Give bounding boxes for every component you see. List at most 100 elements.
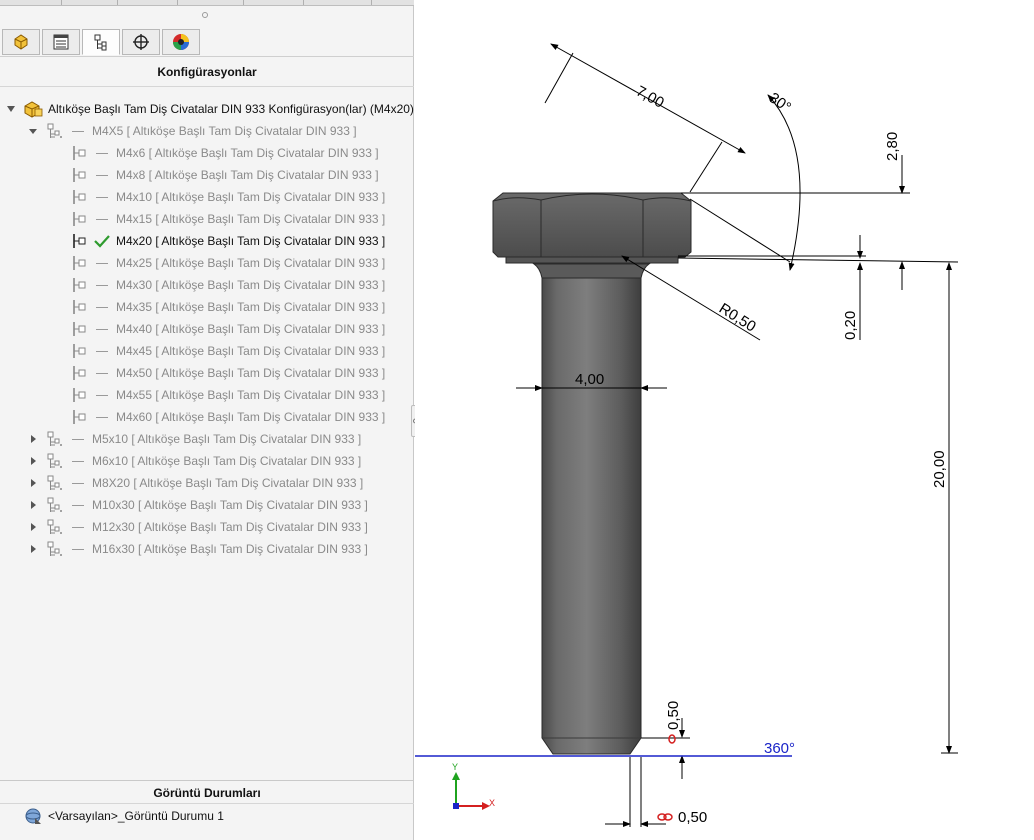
coordinate-triad: Y X [452,762,495,810]
tree-item-sibling[interactable]: M10x30 [ Altıköşe Başlı Tam Diş Civatala… [26,494,368,516]
tree-item-sibling[interactable]: M5x10 [ Altıköşe Başlı Tam Diş Civatalar… [26,428,361,450]
tree-item-child[interactable]: M4x60 [ Altıköşe Başlı Tam Diş Civatalar… [70,406,385,428]
document-tab[interactable] [118,0,178,5]
triad-x-label: X [489,798,495,808]
configuration-icon [47,497,62,512]
document-tab-strip [0,0,414,6]
tree-item-child[interactable]: M4x15 [ Altıköşe Başlı Tam Diş Civatalar… [70,208,385,230]
tree-item-label: M4x15 [ Altıköşe Başlı Tam Diş Civatalar… [116,212,386,226]
document-tab[interactable] [62,0,118,5]
tree-item-child[interactable]: M4x30 [ Altıköşe Başlı Tam Diş Civatalar… [70,274,385,296]
dash-icon [96,262,108,264]
dim-chamfer-angle[interactable]: 30° [766,89,794,116]
tree-item-child[interactable]: M4x40 [ Altıköşe Başlı Tam Diş Civatalar… [70,318,385,340]
dim-tip-angle[interactable]: 360° [764,740,795,757]
display-state-icon [25,808,41,824]
dim-tip-chamfer-length[interactable]: 0,50 [665,701,682,730]
expand-triangle-icon[interactable] [26,498,40,512]
configuration-leaf-icon [73,300,86,314]
divider [0,86,414,87]
tree-root[interactable]: Altıköşe Başlı Tam Diş Civatalar DIN 933… [4,98,414,120]
expand-triangle-icon[interactable] [26,454,40,468]
configuration-leaf-icon [73,168,86,182]
document-tab[interactable] [244,0,304,5]
dimxpert-manager-tab[interactable] [122,29,160,55]
bolt-shank[interactable] [541,267,642,755]
tree-item-child[interactable]: M4x6 [ Altıköşe Başlı Tam Diş Civatalar … [70,142,379,164]
dim-shank-diameter[interactable]: 4,00 [575,371,604,388]
dim-tip-chamfer-width[interactable]: 0,50 [678,809,707,826]
tree-item-label: M4x50 [ Altıköşe Başlı Tam Diş Civatalar… [116,366,386,380]
dash-icon [96,350,108,352]
collapse-triangle-icon[interactable] [4,102,18,116]
tree-item-child[interactable]: M4x55 [ Altıköşe Başlı Tam Diş Civatalar… [70,384,385,406]
color-wheel-icon [173,34,189,50]
bolt-head[interactable] [492,192,692,258]
display-state-label: <Varsayılan>_Görüntü Durumu 1 [48,809,224,823]
dash-icon [96,218,108,220]
tree-item-sibling[interactable]: M12x30 [ Altıköşe Başlı Tam Diş Civatala… [26,516,368,538]
display-manager-tab[interactable] [162,29,200,55]
tree-item-child[interactable]: M4x50 [ Altıköşe Başlı Tam Diş Civatalar… [70,362,385,384]
feature-manager-tab[interactable] [2,29,40,55]
dim-head-width[interactable]: 7,00 [633,83,667,112]
tree-item-label: M4x35 [ Altıköşe Başlı Tam Diş Civatalar… [116,300,386,314]
property-list-icon [53,34,69,50]
panel-grip-handle[interactable] [202,12,208,18]
document-tab[interactable] [304,0,372,5]
tree-item-label: M10x30 [ Altıköşe Başlı Tam Diş Civatala… [92,498,368,512]
dash-icon [72,504,84,506]
expand-triangle-icon[interactable] [26,542,40,556]
tree-item-label: M4x45 [ Altıköşe Başlı Tam Diş Civatalar… [116,344,386,358]
document-tab[interactable] [0,0,62,5]
display-state-item[interactable]: <Varsayılan>_Görüntü Durumu 1 [24,806,224,826]
bolt-neck-fillet [532,263,651,279]
dash-icon [72,526,84,528]
tree-item-label: M5x10 [ Altıköşe Başlı Tam Diş Civatalar… [92,432,362,446]
document-tab[interactable] [178,0,244,5]
configuration-icon [47,519,62,534]
divider [0,803,414,804]
expand-triangle-icon[interactable] [26,476,40,490]
tree-item-label: M4x8 [ Altıköşe Başlı Tam Diş Civatalar … [116,168,379,182]
part-icon [14,34,28,50]
manager-tabs [0,27,414,57]
configuration-icon [47,123,62,138]
expand-triangle-icon[interactable] [26,432,40,446]
tree-item-child[interactable]: M4x25 [ Altıköşe Başlı Tam Diş Civatalar… [70,252,385,274]
tree-item-sibling[interactable]: M6x10 [ Altıköşe Başlı Tam Diş Civatalar… [26,450,361,472]
dash-icon [96,306,108,308]
dash-icon [96,284,108,286]
dim-washer-face[interactable]: 0,20 [842,311,859,340]
dash-icon [72,460,84,462]
tree-item-label: M4x60 [ Altıköşe Başlı Tam Diş Civatalar… [116,410,386,424]
configuration-manager-panel: Konfigürasyonlar Altıköşe Başlı Tam Diş … [0,0,414,840]
graphics-viewport[interactable]: 7,00 30° 2,80 R0,50 0,20 4,00 20,00 0,50… [415,0,1034,840]
tree-item-child[interactable]: M4x35 [ Altıköşe Başlı Tam Diş Civatalar… [70,296,385,318]
tree-item-child[interactable]: M4x10 [ Altıköşe Başlı Tam Diş Civatalar… [70,186,385,208]
configuration-icon [47,431,62,446]
bolt-washer-face [505,256,679,264]
tree-item-label: M4x10 [ Altıköşe Başlı Tam Diş Civatalar… [116,190,386,204]
tree-item-parent[interactable]: M4X5 [ Altıköşe Başlı Tam Diş Civatalar … [26,120,357,142]
configuration-leaf-icon [73,344,86,358]
tree-item-child[interactable]: M4x8 [ Altıköşe Başlı Tam Diş Civatalar … [70,164,379,186]
property-manager-tab[interactable] [42,29,80,55]
dash-icon [96,416,108,418]
dim-fillet-radius[interactable]: R0,50 [716,300,759,336]
display-states-title: Görüntü Durumları [153,786,261,800]
configuration-leaf-icon [73,190,86,204]
collapse-triangle-icon[interactable] [26,124,40,138]
tree-item-child[interactable]: M4x20 [ Altıköşe Başlı Tam Diş Civatalar… [70,230,385,252]
tree-item-label: M16x30 [ Altıköşe Başlı Tam Diş Civatala… [92,542,368,556]
tree-item-sibling[interactable]: M8X20 [ Altıköşe Başlı Tam Diş Civatalar… [26,472,363,494]
expand-triangle-icon[interactable] [26,520,40,534]
configuration-manager-tab[interactable] [82,29,120,55]
dim-length[interactable]: 20,00 [931,450,948,488]
triad-y-label: Y [452,762,458,772]
dim-head-height[interactable]: 2,80 [884,132,901,161]
tree-item-label: M4x6 [ Altıköşe Başlı Tam Diş Civatalar … [116,146,379,160]
bolt-model[interactable] [492,192,692,755]
tree-item-child[interactable]: M4x45 [ Altıköşe Başlı Tam Diş Civatalar… [70,340,385,362]
tree-item-sibling[interactable]: M16x30 [ Altıköşe Başlı Tam Diş Civatala… [26,538,368,560]
